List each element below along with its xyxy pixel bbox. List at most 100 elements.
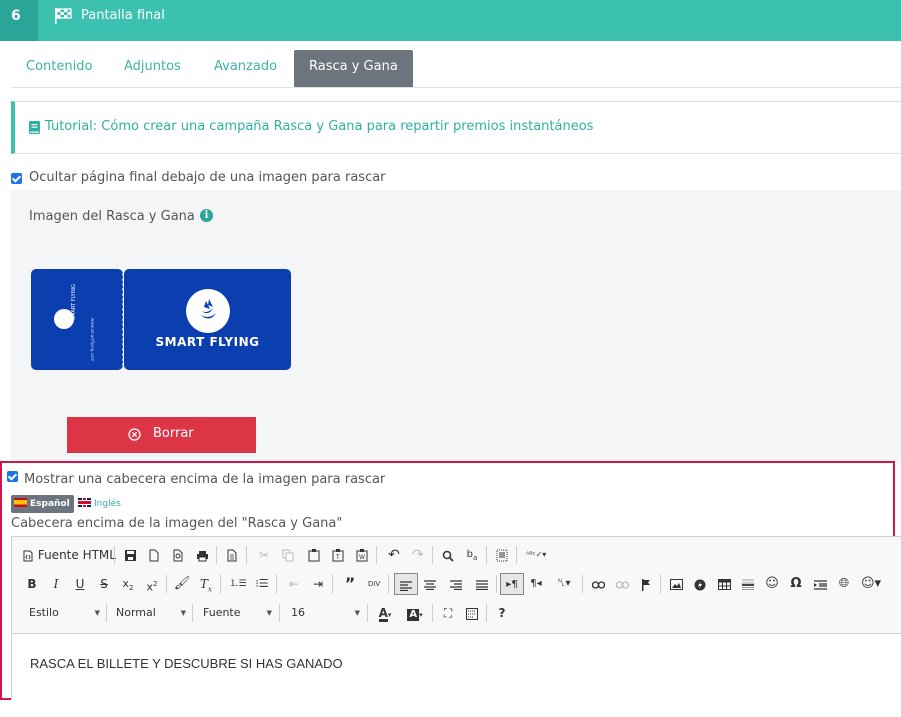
image-icon[interactable] (666, 573, 686, 595)
new-page-icon[interactable] (144, 544, 164, 566)
toolbar-separator (582, 575, 583, 593)
paste-text-icon[interactable]: T (328, 544, 348, 566)
div-container-icon[interactable]: DIV (364, 573, 384, 595)
editor-content-text[interactable]: RASCA EL BILLETE Y DESCUBRE SI HAS GANAD… (30, 656, 343, 671)
indent-icon[interactable]: ⇥ (308, 573, 328, 595)
font-size-dropdown[interactable]: 16 ▼ (287, 602, 360, 624)
special-char-icon[interactable]: Ω (786, 573, 806, 595)
superscript-icon[interactable]: x2 (142, 573, 162, 595)
replace-icon[interactable]: ba (462, 544, 482, 566)
iframe-globe-icon[interactable]: 🌐︎ (834, 573, 854, 595)
maximize-icon[interactable]: ⛶ (438, 602, 458, 624)
tab-rasca-y-gana[interactable]: Rasca y Gana (294, 50, 413, 88)
toolbar-separator (367, 604, 368, 622)
page-break-icon[interactable] (810, 573, 830, 595)
step-header-bar[interactable]: 6 Pantalla final (0, 0, 901, 41)
tutorial-link[interactable]: Tutorial: Cómo crear una campaña Rasca y… (45, 119, 593, 134)
smiley-icon[interactable]: ☺ (762, 573, 782, 595)
language-ingles-label: Inglés (94, 499, 121, 509)
hide-final-page-checkbox[interactable] (11, 173, 22, 184)
italic-icon[interactable]: I (46, 573, 66, 595)
flag-checkered-icon (55, 8, 72, 24)
toolbar-separator (486, 604, 487, 622)
scratch-image-title: Imagen del Rasca y Gana (29, 209, 195, 224)
hide-final-page-label[interactable]: Ocultar página final debajo de una image… (29, 170, 386, 185)
spain-flag-icon (14, 498, 27, 507)
format-dropdown[interactable]: Normal ▼ (112, 602, 186, 624)
text-direction-ltr-icon[interactable]: ▸¶ (500, 573, 524, 595)
find-icon[interactable] (438, 544, 458, 566)
select-all-icon[interactable] (492, 544, 512, 566)
toolbar-separator (246, 546, 247, 564)
toolbar-separator (388, 575, 389, 593)
source-html-button[interactable]: Fuente HTML (22, 544, 116, 566)
style-dropdown[interactable]: Estilo ▼ (24, 602, 100, 624)
horizontal-rule-icon[interactable] (738, 573, 758, 595)
strikethrough-icon[interactable]: S (94, 573, 114, 595)
font-dropdown[interactable]: Fuente ▼ (199, 602, 272, 624)
delete-image-button[interactable]: Borrar (67, 417, 256, 453)
header-field-label: Cabecera encima de la imagen del "Rasca … (11, 516, 343, 531)
rich-text-editor: Fuente HTML ✂ T W ↶ ↷ ba ᴬᴮᶜ✓▾ B I U S x… (11, 536, 901, 700)
help-icon[interactable]: ? (492, 602, 512, 624)
copy-icon[interactable] (278, 544, 298, 566)
toolbar-separator (496, 575, 497, 593)
underline-icon[interactable]: U (70, 573, 90, 595)
anchor-flag-icon[interactable] (636, 573, 656, 595)
text-color-icon[interactable]: A▾ (372, 602, 398, 624)
paste-icon[interactable] (304, 544, 324, 566)
print-icon[interactable] (192, 544, 212, 566)
info-circle-icon[interactable]: i (200, 209, 213, 222)
undo-icon[interactable]: ↶ (384, 544, 404, 566)
ticket-brand-text: SMART FLYING (155, 335, 260, 349)
align-right-icon[interactable] (446, 573, 466, 595)
editor-content-area[interactable]: RASCA EL BILLETE Y DESCUBRE SI HAS GANAD… (12, 634, 901, 700)
bulleted-list-icon[interactable]: ⁝☰ (252, 573, 272, 595)
bold-icon[interactable]: B (22, 573, 42, 595)
paste-word-icon[interactable]: W (352, 544, 372, 566)
scratch-image-panel: Imagen del Rasca y Gana i SMART FLYING w… (11, 190, 901, 463)
tab-contenido[interactable]: Contenido (11, 50, 107, 88)
tab-adjuntos[interactable]: Adjuntos (109, 50, 196, 88)
svg-text:W: W (359, 554, 365, 561)
font-size-dropdown-value: 16 (291, 606, 305, 619)
flash-icon[interactable] (690, 573, 710, 595)
tab-avanzado[interactable]: Avanzado (199, 50, 292, 88)
language-espanol-label: Español (30, 499, 70, 509)
align-center-icon[interactable] (420, 573, 440, 595)
remove-format-icon[interactable]: Tx (196, 573, 216, 595)
toolbar-separator (192, 604, 193, 622)
tabs-divider (11, 87, 901, 88)
emoji-icon[interactable]: ☺▾ (858, 573, 884, 595)
uk-flag-icon (78, 498, 91, 507)
toolbar-separator (376, 546, 377, 564)
align-left-icon[interactable] (394, 573, 418, 595)
language-tab-ingles[interactable]: Inglés (78, 497, 121, 511)
unlink-icon[interactable] (612, 573, 632, 595)
show-blocks-icon[interactable] (462, 602, 482, 624)
outdent-icon[interactable]: ⇤ (284, 573, 304, 595)
language-menu-icon[interactable]: ␤▾ (550, 573, 578, 595)
save-icon[interactable] (120, 544, 140, 566)
spellcheck-icon[interactable]: ᴬᴮᶜ✓▾ (522, 544, 550, 566)
align-justify-icon[interactable] (472, 573, 492, 595)
show-header-checkbox[interactable] (7, 471, 18, 482)
show-header-label[interactable]: Mostrar una cabecera encima de la imagen… (24, 472, 385, 487)
font-dropdown-value: Fuente (203, 606, 241, 619)
redo-icon[interactable]: ↷ (408, 544, 428, 566)
text-direction-rtl-icon[interactable]: ¶◂ (526, 573, 546, 595)
cut-icon[interactable]: ✂ (254, 544, 274, 566)
ticket-logo-icon (186, 289, 230, 333)
toolbar-separator (276, 575, 277, 593)
svg-text:T: T (335, 554, 340, 561)
subscript-icon[interactable]: x2 (118, 573, 138, 595)
numbered-list-icon[interactable]: ⒈☰ (228, 573, 248, 595)
preview-icon[interactable] (168, 544, 188, 566)
background-color-icon[interactable]: A ▾ (402, 602, 428, 624)
blockquote-icon[interactable]: ” (340, 573, 360, 595)
link-icon[interactable] (588, 573, 608, 595)
table-icon[interactable] (714, 573, 734, 595)
copy-format-icon[interactable]: 🖌 (172, 573, 192, 595)
language-tab-espanol[interactable]: Español (11, 495, 74, 513)
templates-icon[interactable] (222, 544, 242, 566)
